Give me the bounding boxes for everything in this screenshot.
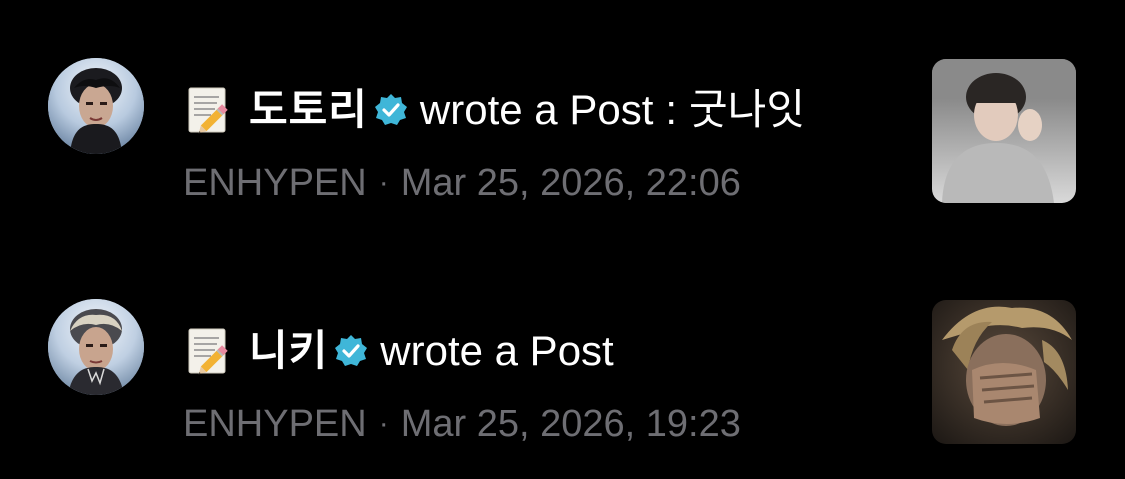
avatar[interactable] xyxy=(48,299,144,395)
author-name[interactable]: 니키 xyxy=(249,326,328,376)
notification-meta: ENHYPEN · Mar 25, 2026, 19:23 xyxy=(183,402,741,446)
timestamp: Mar 25, 2026, 19:23 xyxy=(400,403,741,445)
avatar[interactable] xyxy=(48,58,144,154)
notification-headline: 도토리 wrote a Post : 굿나잇 xyxy=(185,85,805,135)
memo-icon xyxy=(185,326,235,376)
verified-icon xyxy=(374,93,408,127)
author-name[interactable]: 도토리 xyxy=(249,85,368,135)
notification-headline: 니키 wrote a Post xyxy=(185,326,614,376)
action-text: wrote a Post xyxy=(380,327,614,374)
meta-dot: · xyxy=(378,407,389,440)
post-title: 굿나잇 xyxy=(689,86,805,133)
post-thumbnail[interactable] xyxy=(932,300,1076,444)
action-text: wrote a Post xyxy=(419,86,654,133)
verified-icon xyxy=(334,334,368,368)
notification-item[interactable]: 니키 wrote a Post ENHYPEN · Mar 25, 2026, … xyxy=(0,296,1125,446)
timestamp: Mar 25, 2026, 22:06 xyxy=(400,162,741,204)
notification-meta: ENHYPEN · Mar 25, 2026, 22:06 xyxy=(183,161,741,205)
group-name: ENHYPEN xyxy=(183,403,367,445)
meta-dot: · xyxy=(378,166,389,199)
group-name: ENHYPEN xyxy=(183,162,367,204)
post-thumbnail[interactable] xyxy=(932,59,1076,203)
title-separator: : xyxy=(665,86,678,133)
notification-item[interactable]: 도토리 wrote a Post : 굿나잇 ENHYPEN · Mar 25,… xyxy=(0,55,1125,205)
memo-icon xyxy=(185,85,235,135)
